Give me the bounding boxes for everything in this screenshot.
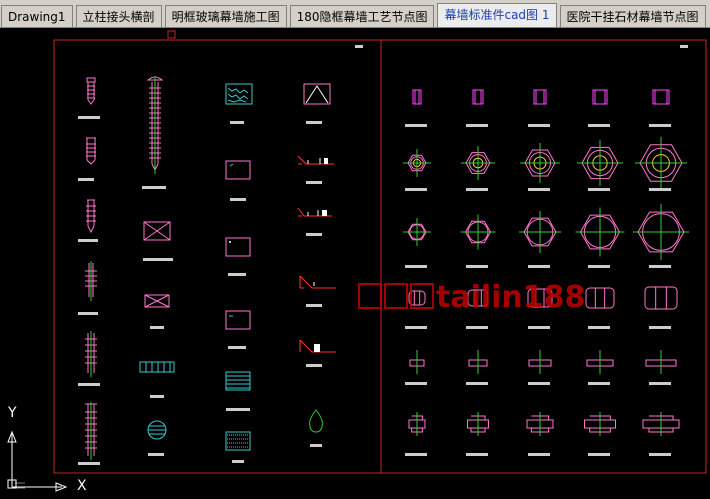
panel-block [225, 237, 251, 257]
ucs-y-label: Y [8, 405, 17, 421]
hatch-symbol [139, 361, 175, 373]
caption-mark [405, 382, 427, 385]
panel-column-4 [297, 83, 336, 433]
screw-symbol [85, 261, 97, 301]
caption-mark [405, 326, 427, 329]
caption-mark [588, 453, 610, 456]
caption-mark [649, 382, 671, 385]
nut-side [644, 286, 678, 310]
nut-side-line [654, 90, 668, 104]
block-symbol-diag [143, 221, 171, 241]
layout-tab[interactable]: Drawing1 [1, 5, 73, 27]
caption-mark [588, 188, 610, 191]
caption-mark [588, 265, 610, 268]
caption-mark [466, 326, 488, 329]
centerline [519, 211, 561, 253]
caption-mark [528, 326, 550, 329]
section-marker [299, 339, 336, 353]
caption-mark [588, 124, 610, 127]
caption-mark [528, 265, 550, 268]
drawing-canvas[interactable]: tailin188 [0, 28, 710, 495]
centerline [520, 143, 560, 183]
caption-mark [528, 382, 550, 385]
layout-tab[interactable]: 医院干挂石材幕墙节点图 [559, 5, 706, 27]
panel-column-3 [225, 83, 253, 451]
long-screw-symbol [146, 76, 164, 174]
caption-mark [405, 124, 427, 127]
nut-side [585, 287, 615, 309]
caption-mark [405, 453, 427, 456]
caption-mark [466, 124, 488, 127]
screw-symbol [86, 137, 96, 165]
ucs-icon [7, 430, 68, 492]
caption-mark [528, 124, 550, 127]
panel-block [225, 310, 251, 330]
screw-symbol [85, 331, 97, 377]
caption-mark [588, 326, 610, 329]
caption-mark [405, 265, 427, 268]
drawing-svg [7, 30, 707, 492]
nut-side-line [535, 90, 545, 104]
caption-mark [466, 188, 488, 191]
layout-tab[interactable]: 明框玻璃幕墙施工图 [164, 5, 287, 27]
caption-mark [466, 265, 488, 268]
fastener-grid [403, 89, 689, 456]
caption-mark [466, 453, 488, 456]
section-marker [299, 275, 336, 289]
caption-mark [649, 453, 671, 456]
section-marker [297, 155, 334, 165]
centerline [575, 207, 625, 257]
ucs-x-label: X [77, 478, 87, 494]
drop-symbol [309, 409, 323, 433]
caption-mark [588, 382, 610, 385]
screw-symbol [85, 402, 97, 460]
panel-block [225, 160, 251, 180]
caption-mark [466, 382, 488, 385]
layout-tab[interactable]: 幕墙标准件cad图 1 [437, 3, 557, 27]
centerline [461, 146, 495, 180]
caption-marks [78, 45, 688, 465]
screw-column-1 [85, 77, 97, 460]
nut-side-line [414, 90, 420, 104]
nut-side-line [594, 90, 606, 104]
grip-marker[interactable] [167, 30, 176, 39]
layout-tab-bar: Drawing1 立柱接头横剖 明框玻璃幕墙施工图 180隐框幕墙工艺节点图 幕墙标准件… [0, 0, 710, 28]
screw-column-2 [139, 76, 175, 440]
nut-side-line [594, 288, 606, 308]
caption-mark [649, 188, 671, 191]
caption-mark [528, 453, 550, 456]
caption-mark [649, 326, 671, 329]
watermark-text: tailin188 [358, 280, 585, 315]
centerline [460, 214, 496, 250]
nut-side-line [474, 90, 482, 104]
layout-tab[interactable]: 立柱接头横剖 [75, 5, 162, 27]
centerline [635, 137, 687, 189]
caption-mark [405, 188, 427, 191]
screw-symbol [86, 77, 96, 105]
triangle-block [303, 83, 331, 105]
caption-mark [649, 124, 671, 127]
section-marker [297, 207, 332, 217]
centerline [403, 218, 431, 246]
caption-mark [649, 265, 671, 268]
nut-side [412, 89, 422, 105]
caption-mark [528, 188, 550, 191]
centerline [633, 204, 689, 260]
layout-tab[interactable]: 180隐框幕墙工艺节点图 [289, 5, 435, 27]
lines-block [225, 371, 251, 391]
nut-side-line [655, 287, 667, 309]
centerline [403, 149, 431, 177]
centerline [577, 140, 623, 186]
screw-symbol [86, 199, 96, 234]
